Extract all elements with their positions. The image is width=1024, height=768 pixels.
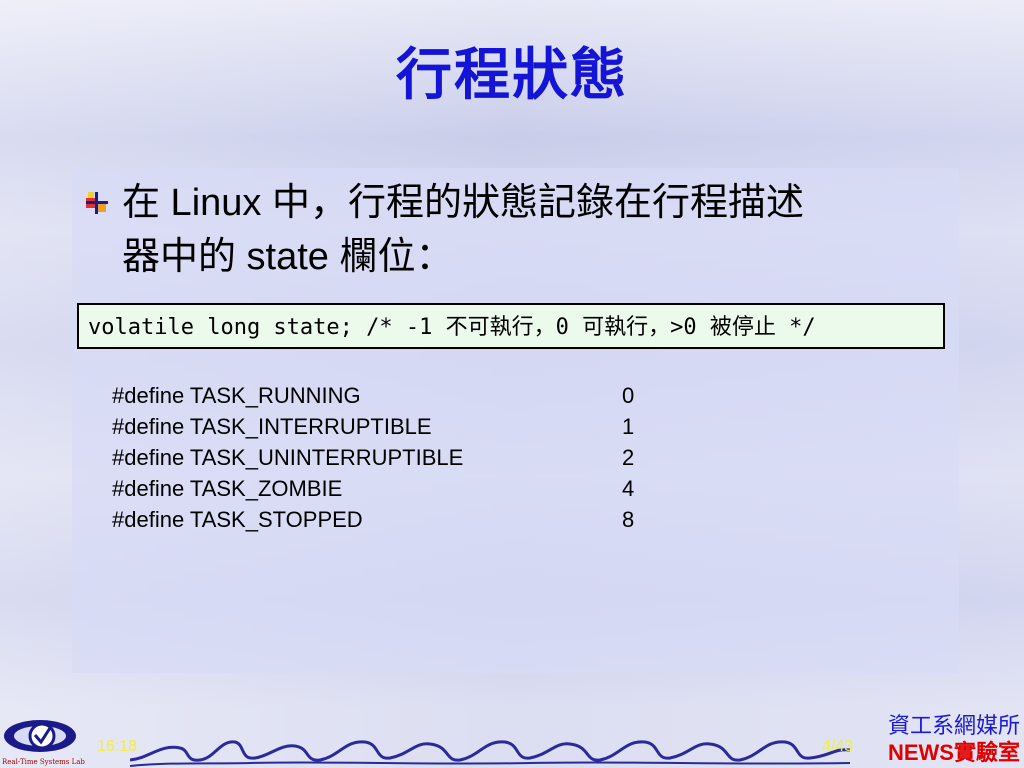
lab-name: NEWS實驗室 [887, 740, 1020, 765]
footer-time: 16:18 [97, 738, 138, 755]
department-name: 資工系網媒所 [887, 713, 1020, 738]
define-name: #define TASK_STOPPED [112, 507, 363, 532]
slide-title: 行程狀態 [396, 43, 628, 106]
define-value: 8 [622, 507, 635, 532]
decorative-footer-art [130, 740, 850, 767]
define-row: #define TASK_UNINTERRUPTIBLE 2 [112, 442, 672, 473]
define-name: #define TASK_RUNNING [112, 383, 361, 408]
define-value: 4 [622, 476, 635, 501]
code-box: volatile long state; /* -1 不可執行，0 可執行，>0… [77, 303, 945, 349]
define-name: #define TASK_ZOMBIE [112, 476, 343, 501]
bullet-line-1: 在 Linux 中，行程的狀態記錄在行程描述 [122, 182, 804, 224]
define-list: #define TASK_RUNNING 0 #define TASK_INTE… [112, 380, 672, 535]
define-name: #define TASK_UNINTERRUPTIBLE [112, 445, 464, 470]
bullet-square-icon [86, 192, 108, 214]
define-name: #define TASK_INTERRUPTIBLE [112, 414, 432, 439]
define-row: #define TASK_ZOMBIE 4 [112, 473, 672, 504]
bullet-text: 在 Linux 中，行程的狀態記錄在行程描述 器中的 state 欄位： [122, 176, 952, 284]
define-value: 2 [622, 445, 635, 470]
footer-page-number: 4/43 [822, 738, 854, 755]
define-value: 0 [622, 383, 635, 408]
lab-logo-text: Real-Time Systems Lab [2, 758, 85, 766]
bullet-line-2: 器中的 state 欄位： [122, 236, 454, 278]
define-row: #define TASK_RUNNING 0 [112, 380, 672, 411]
define-value: 1 [622, 414, 635, 439]
define-row: #define TASK_STOPPED 8 [112, 504, 672, 535]
define-row: #define TASK_INTERRUPTIBLE 1 [112, 411, 672, 442]
department-label: 資工系網媒所 NEWS實驗室 [888, 712, 1020, 766]
lab-logo-icon: Real-Time Systems Lab [2, 720, 85, 766]
